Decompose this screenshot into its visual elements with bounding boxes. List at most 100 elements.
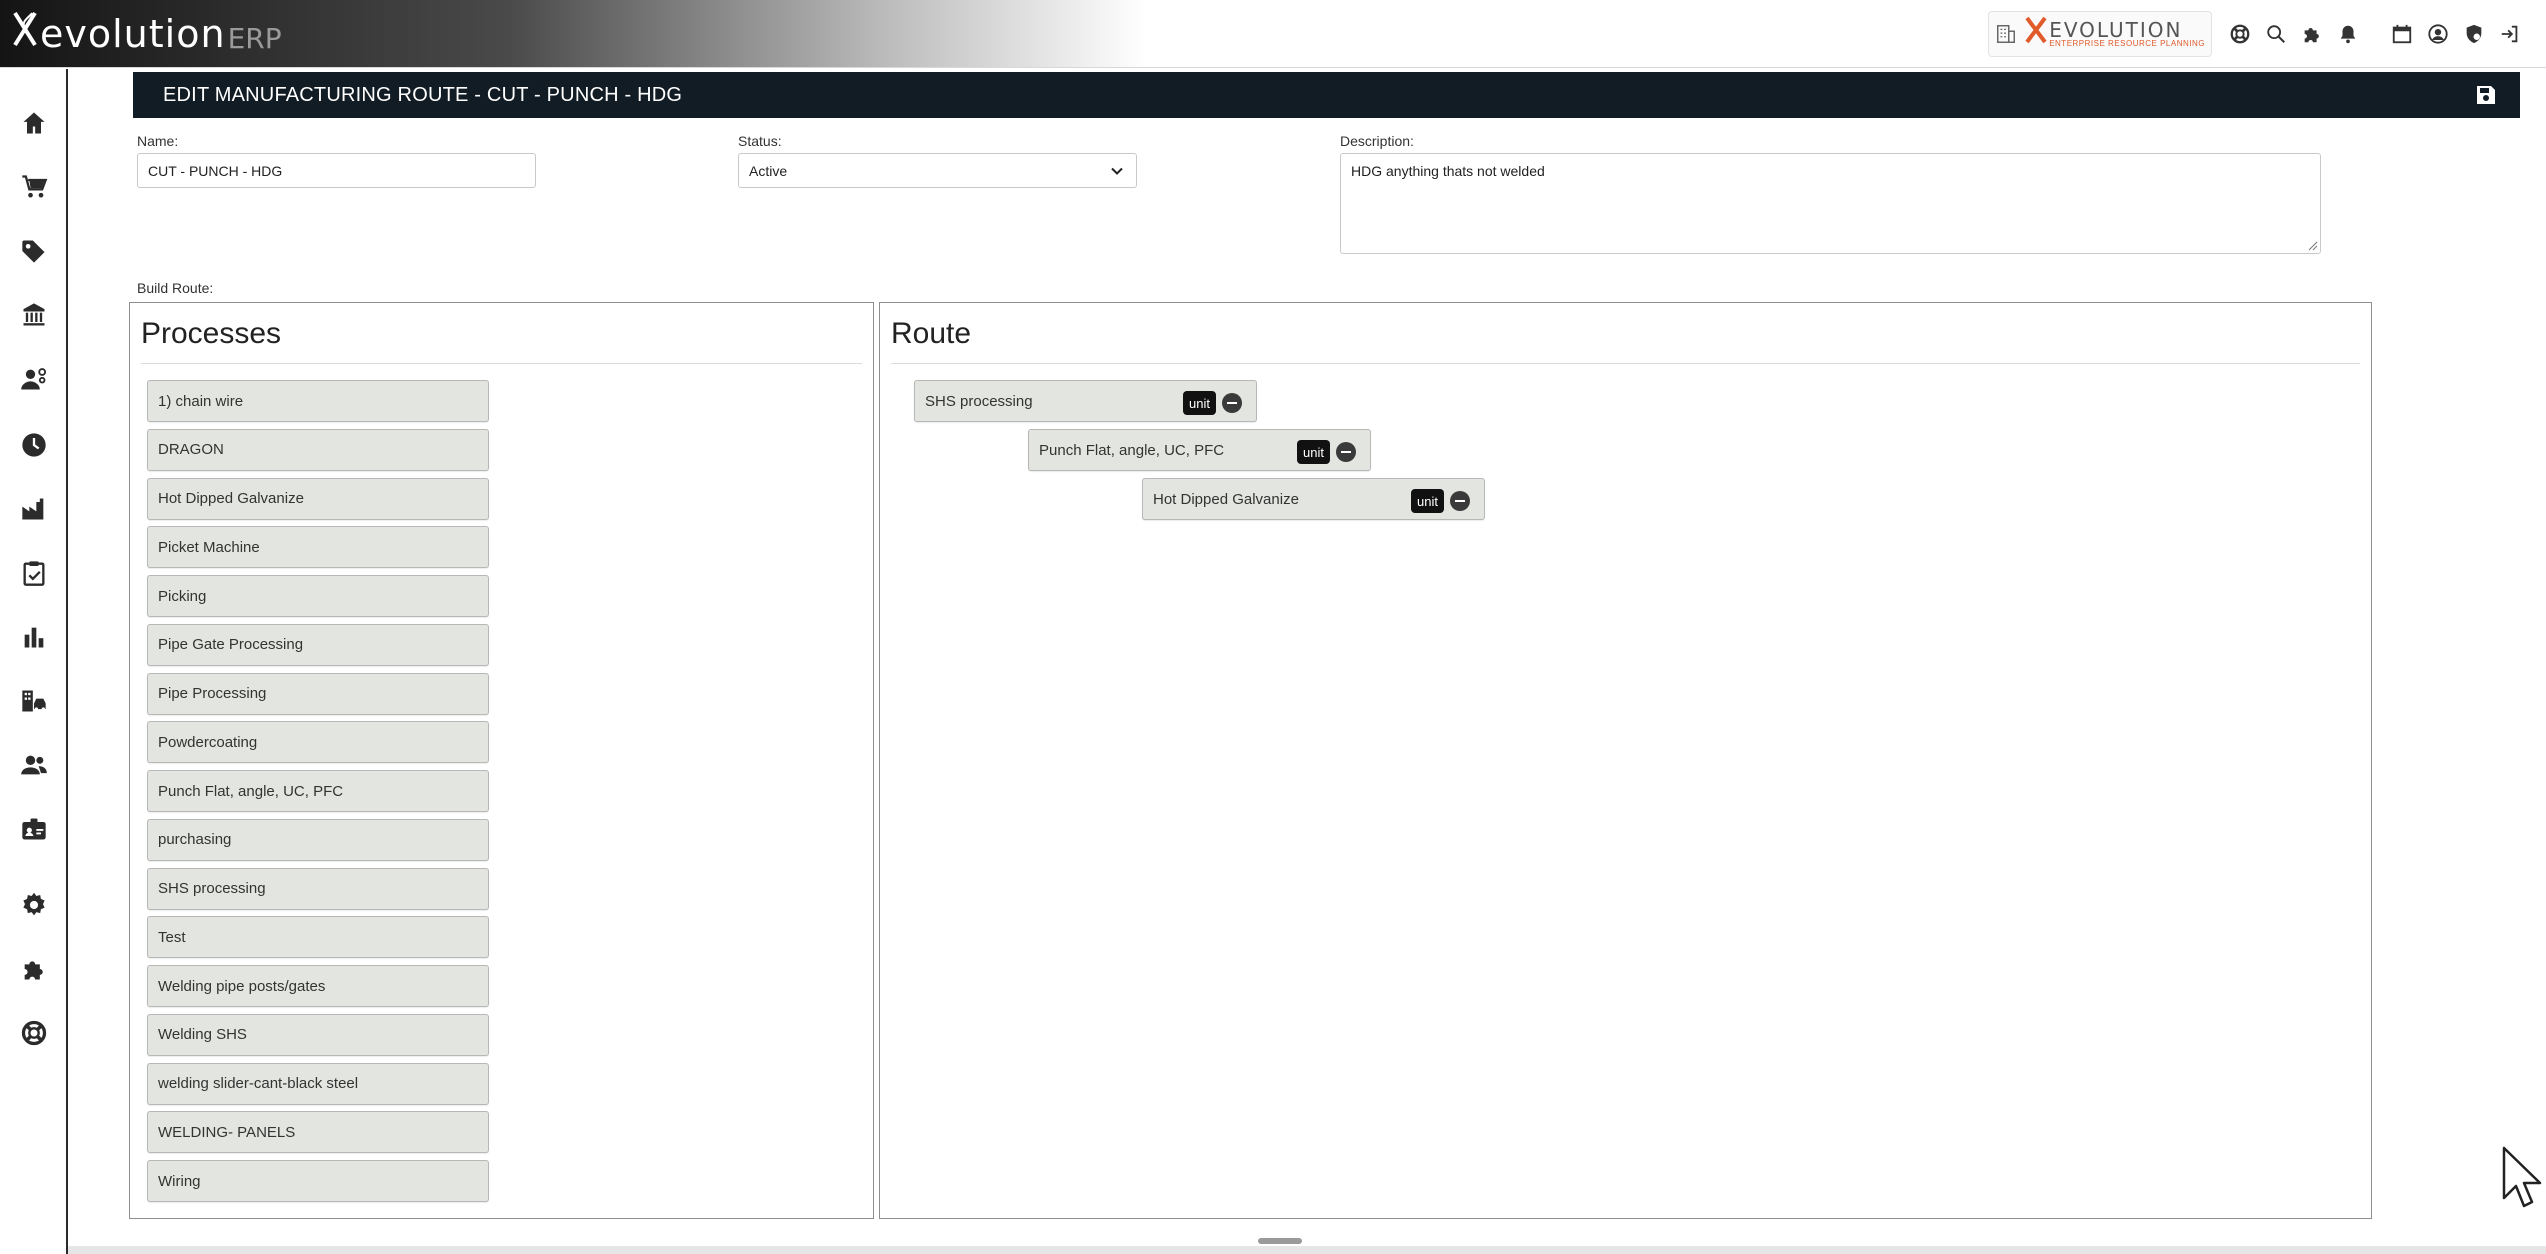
process-item[interactable]: Test bbox=[147, 916, 489, 959]
process-list: 1) chain wire DRAGON Hot Dipped Galvanize P… bbox=[147, 380, 489, 1209]
sidebar-item-support[interactable] bbox=[14, 1013, 54, 1053]
lifebuoy-icon bbox=[2230, 24, 2250, 44]
save-icon bbox=[2477, 86, 2495, 104]
worker-icon bbox=[21, 368, 47, 390]
processes-title: Processes bbox=[141, 317, 282, 350]
notifications-button[interactable] bbox=[2330, 16, 2366, 52]
page-header: EDIT MANUFACTURING ROUTE - CUT - PUNCH -… bbox=[133, 72, 2520, 118]
route-panel: Route SHS processing unit Punch Flat, an… bbox=[879, 302, 2372, 1219]
sidebar-item-settings[interactable] bbox=[14, 885, 54, 925]
process-item[interactable]: Picking bbox=[147, 575, 489, 617]
logout-button[interactable] bbox=[2492, 16, 2528, 52]
sidebar-item-reports[interactable] bbox=[14, 617, 54, 657]
process-item[interactable]: SHS processing bbox=[147, 867, 489, 910]
process-item[interactable]: Wiring bbox=[147, 1160, 489, 1202]
logout-icon bbox=[2501, 25, 2518, 43]
route-item-label: SHS processing bbox=[925, 392, 1033, 410]
process-item[interactable]: Welding SHS bbox=[147, 1013, 489, 1056]
logo-suffix: ERP bbox=[227, 21, 282, 55]
resize-grip-icon[interactable] bbox=[2308, 241, 2318, 251]
status-select[interactable]: Active bbox=[738, 153, 1137, 188]
unit-badge[interactable]: unit bbox=[1183, 391, 1216, 415]
unit-badge[interactable]: unit bbox=[1411, 489, 1444, 513]
minus-icon bbox=[1455, 500, 1465, 502]
tag-icon bbox=[22, 240, 45, 263]
route-item[interactable]: SHS processing unit bbox=[914, 380, 1257, 422]
route-item[interactable]: Hot Dipped Galvanize unit bbox=[1142, 478, 1485, 520]
sidebar-item-products[interactable] bbox=[14, 231, 54, 271]
building-icon bbox=[1997, 25, 2016, 43]
sidebar-item-manufacturing[interactable] bbox=[14, 489, 54, 529]
process-item[interactable]: Punch Flat, angle, UC, PFC bbox=[147, 770, 489, 812]
app-logo[interactable]: evolution ERP bbox=[12, 10, 282, 58]
name-field[interactable]: CUT - PUNCH - HDG bbox=[137, 153, 536, 188]
lifebuoy-icon bbox=[21, 1020, 47, 1046]
gear-icon bbox=[23, 892, 45, 916]
sidebar bbox=[0, 69, 68, 1254]
company-switcher[interactable]: EVOLUTION ENTERPRISE RESOURCE PLANNING bbox=[1988, 11, 2212, 57]
description-label: Description: bbox=[1340, 133, 1414, 149]
bar-chart-icon bbox=[24, 627, 44, 648]
process-item[interactable]: Picket Machine bbox=[147, 526, 489, 569]
users-icon bbox=[21, 755, 47, 775]
sidebar-item-extensions[interactable] bbox=[14, 949, 54, 989]
process-item[interactable]: 1) chain wire bbox=[147, 380, 489, 422]
mouse-cursor-icon bbox=[2502, 1146, 2542, 1208]
sidebar-item-finance[interactable] bbox=[14, 295, 54, 335]
process-item[interactable]: Pipe Gate Processing bbox=[147, 623, 489, 666]
save-button[interactable] bbox=[2474, 83, 2498, 107]
process-item[interactable]: Powdercoating bbox=[147, 721, 489, 764]
sidebar-item-hr[interactable] bbox=[14, 809, 54, 849]
status-value: Active bbox=[749, 162, 788, 179]
sidebar-item-fleet[interactable] bbox=[14, 681, 54, 721]
profile-button[interactable] bbox=[2420, 16, 2456, 52]
minus-icon bbox=[1341, 451, 1351, 453]
name-value: CUT - PUNCH - HDG bbox=[148, 162, 283, 179]
bottom-scrollbar[interactable] bbox=[68, 1246, 2546, 1254]
remove-step-button[interactable] bbox=[1450, 491, 1470, 511]
clock-icon bbox=[22, 433, 46, 457]
sidebar-item-sales[interactable] bbox=[14, 167, 54, 207]
route-item[interactable]: Punch Flat, angle, UC, PFC unit bbox=[1028, 429, 1371, 471]
unit-badge[interactable]: unit bbox=[1297, 440, 1330, 464]
route-item-label: Hot Dipped Galvanize bbox=[1153, 490, 1299, 508]
search-icon bbox=[2267, 25, 2285, 43]
description-textarea[interactable]: HDG anything thats not welded bbox=[1340, 153, 2321, 254]
sidebar-item-contacts[interactable] bbox=[14, 745, 54, 785]
process-item[interactable]: welding slider-cant-black steel bbox=[147, 1062, 489, 1105]
process-item[interactable]: WELDING- PANELS bbox=[147, 1111, 489, 1154]
process-item[interactable]: DRAGON bbox=[147, 428, 489, 471]
status-label: Status: bbox=[738, 133, 782, 149]
resize-handle[interactable] bbox=[1258, 1238, 1302, 1244]
sidebar-item-time[interactable] bbox=[14, 425, 54, 465]
build-route-label: Build Route: bbox=[137, 280, 214, 296]
process-item[interactable]: Hot Dipped Galvanize bbox=[147, 477, 489, 520]
process-item[interactable]: purchasing bbox=[147, 818, 489, 861]
chevron-down-icon bbox=[1111, 167, 1123, 175]
remove-step-button[interactable] bbox=[1222, 393, 1242, 413]
divider bbox=[891, 363, 2360, 364]
cart-icon bbox=[22, 175, 48, 198]
bank-icon bbox=[23, 303, 45, 326]
calendar-button[interactable] bbox=[2384, 16, 2420, 52]
search-button[interactable] bbox=[2258, 16, 2294, 52]
bell-icon bbox=[2340, 25, 2356, 44]
route-title: Route bbox=[891, 317, 972, 350]
calendar-icon bbox=[2392, 24, 2412, 44]
sidebar-item-tasks[interactable] bbox=[14, 553, 54, 593]
sidebar-item-home[interactable] bbox=[14, 103, 54, 143]
logo-word: evolution bbox=[40, 12, 226, 56]
sidebar-item-workforce[interactable] bbox=[14, 359, 54, 399]
minus-icon bbox=[1227, 402, 1237, 404]
process-item[interactable]: Welding pipe posts/gates bbox=[147, 965, 489, 1007]
process-item[interactable]: Pipe Processing bbox=[147, 672, 489, 715]
security-button[interactable] bbox=[2456, 16, 2492, 52]
description-value: HDG anything thats not welded bbox=[1351, 163, 1545, 179]
clipboard-check-icon bbox=[23, 561, 45, 586]
remove-step-button[interactable] bbox=[1336, 442, 1356, 462]
brand-tagline: ENTERPRISE RESOURCE PLANNING bbox=[2049, 39, 2205, 48]
puzzle-icon bbox=[24, 961, 43, 980]
support-button[interactable] bbox=[2222, 16, 2258, 52]
user-circle-icon bbox=[2428, 24, 2448, 44]
plugins-button[interactable] bbox=[2294, 16, 2330, 52]
